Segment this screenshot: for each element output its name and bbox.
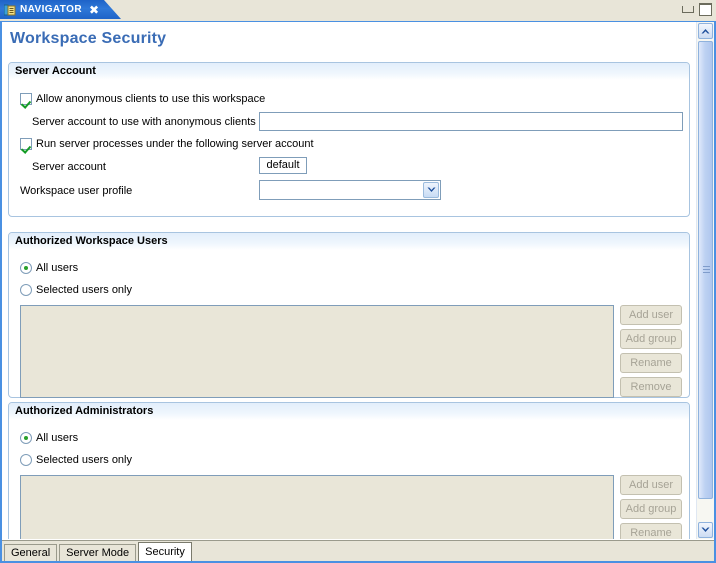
- group-authorized-admins-header: Authorized Administrators: [9, 403, 689, 420]
- checkbox-run-under-account-box[interactable]: [20, 138, 32, 150]
- group-server-account: Server Account Allow anonymous clients t…: [8, 62, 690, 217]
- radio-admins-all-label: All users: [36, 432, 79, 444]
- chevron-down-icon[interactable]: [423, 182, 439, 198]
- radio-admins-selected[interactable]: Selected users only: [20, 454, 132, 466]
- checkbox-allow-anonymous[interactable]: Allow anonymous clients to use this work…: [20, 93, 265, 105]
- minimize-icon[interactable]: [681, 3, 694, 15]
- admin-add-group-button[interactable]: Add group: [620, 499, 682, 519]
- workspace-security-window: NAVIGATOR ✖ Workspace Security Server Ac…: [0, 0, 716, 563]
- workspace-user-profile-combo[interactable]: [259, 180, 441, 200]
- tab-server-mode[interactable]: Server Mode: [59, 544, 137, 561]
- tab-general[interactable]: General: [4, 544, 58, 561]
- radio-admins-selected-label: Selected users only: [36, 454, 132, 466]
- radio-users-all-box[interactable]: [20, 262, 32, 274]
- checkbox-run-under-account[interactable]: Run server processes under the following…: [20, 138, 314, 150]
- checkbox-allow-anonymous-box[interactable]: [20, 93, 32, 105]
- radio-users-all-label: All users: [36, 262, 79, 274]
- scrollbar-thumb[interactable]: [698, 41, 713, 499]
- admin-add-user-button[interactable]: Add user: [620, 475, 682, 495]
- authorized-users-list[interactable]: [20, 305, 614, 398]
- view-titlebar: NAVIGATOR ✖: [0, 0, 716, 21]
- radio-users-all[interactable]: All users: [20, 262, 78, 274]
- radio-users-selected-label: Selected users only: [36, 284, 132, 296]
- navigator-icon: [3, 4, 16, 16]
- remove-button[interactable]: Remove: [620, 377, 682, 397]
- radio-users-selected-box[interactable]: [20, 284, 32, 296]
- add-user-button[interactable]: Add user: [620, 305, 682, 325]
- group-authorized-admins: Authorized Administrators All users Sele…: [8, 402, 690, 539]
- label-workspace-user-profile: Workspace user profile: [20, 185, 133, 197]
- rename-button[interactable]: Rename: [620, 353, 682, 373]
- radio-admins-all[interactable]: All users: [20, 432, 78, 444]
- group-authorized-users-header: Authorized Workspace Users: [9, 233, 689, 250]
- anonymous-account-input[interactable]: [259, 112, 683, 131]
- radio-admins-all-box[interactable]: [20, 432, 32, 444]
- window-controls: [681, 3, 712, 16]
- group-authorized-users: Authorized Workspace Users All users Sel…: [8, 232, 690, 398]
- scroll-viewport: Workspace Security Server Account Allow …: [2, 22, 696, 539]
- server-account-value[interactable]: default: [259, 157, 307, 174]
- admin-rename-button[interactable]: Rename: [620, 523, 682, 539]
- group-server-account-header: Server Account: [9, 63, 689, 80]
- scrollbar-grip-icon: [703, 266, 710, 275]
- chevron-down-icon[interactable]: [698, 522, 713, 538]
- view-tab-label: NAVIGATOR: [20, 4, 82, 15]
- chevron-up-icon[interactable]: [698, 23, 713, 39]
- maximize-icon[interactable]: [699, 3, 712, 16]
- label-anonymous-account: Server account to use with anonymous cli…: [32, 116, 256, 128]
- checkbox-allow-anonymous-label: Allow anonymous clients to use this work…: [36, 93, 266, 105]
- vertical-scrollbar[interactable]: [696, 22, 714, 539]
- radio-users-selected[interactable]: Selected users only: [20, 284, 132, 296]
- close-icon[interactable]: ✖: [88, 4, 100, 16]
- editor-tab-strip: General Server Mode Security: [2, 540, 714, 561]
- radio-admins-selected-box[interactable]: [20, 454, 32, 466]
- label-server-account: Server account: [32, 161, 106, 173]
- editor-content: Workspace Security Server Account Allow …: [0, 21, 716, 563]
- checkbox-run-under-account-label: Run server processes under the following…: [36, 138, 314, 150]
- authorized-admins-list[interactable]: [20, 475, 614, 539]
- add-group-button[interactable]: Add group: [620, 329, 682, 349]
- page-title: Workspace Security: [10, 30, 167, 47]
- tab-security[interactable]: Security: [138, 542, 192, 561]
